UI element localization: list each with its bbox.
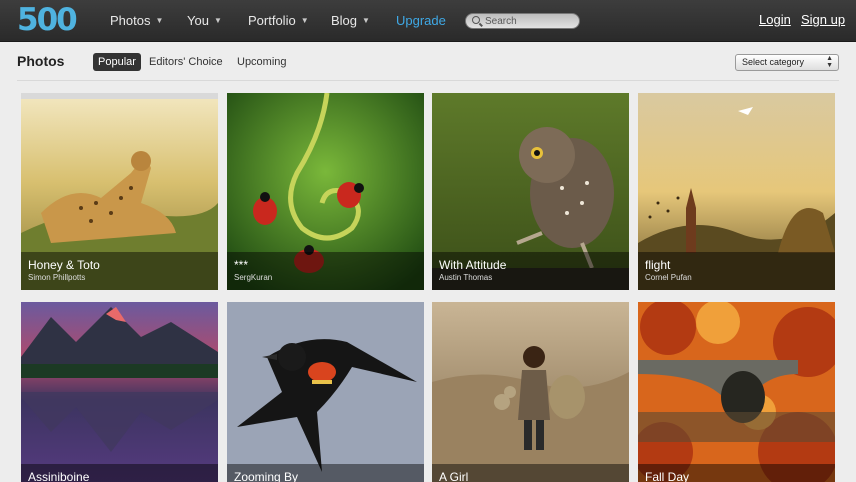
- photo-girl-image: [432, 302, 629, 482]
- category-select-value: Select category: [742, 57, 805, 67]
- tab-popular[interactable]: Popular: [93, 53, 141, 71]
- photo-title: Fall Day: [645, 470, 690, 482]
- photo-title: Honey & Toto: [28, 258, 100, 272]
- chevron-down-icon: ▼: [213, 16, 222, 25]
- nav-photos[interactable]: Photos ▼: [110, 13, 163, 29]
- nav-you[interactable]: You ▼: [187, 13, 222, 29]
- photo-title: A Girl: [439, 470, 469, 482]
- photo-author[interactable]: SergKuran: [234, 272, 424, 284]
- photo-title: Zooming By: [234, 470, 299, 482]
- select-arrows-icon: ▲ ▼: [826, 55, 833, 69]
- photo-author[interactable]: Austin Thomas: [439, 272, 629, 284]
- photo-title: Assiniboine: [28, 470, 90, 482]
- category-select[interactable]: Select category ▲ ▼: [735, 54, 839, 71]
- photo-title: flight: [645, 258, 671, 272]
- photo-caption: A Girl: [432, 464, 629, 482]
- photo-card[interactable]: A Girl: [432, 302, 629, 482]
- signup-link[interactable]: Sign up: [801, 12, 845, 27]
- photo-caption: Honey & Toto Simon Phillpotts: [21, 252, 218, 290]
- chevron-down-icon: ▼: [300, 16, 309, 25]
- photo-caption: With Attitude Austin Thomas: [432, 252, 629, 290]
- search-input[interactable]: [485, 14, 575, 28]
- search-icon: [472, 16, 480, 24]
- tab-upcoming[interactable]: Upcoming: [232, 53, 292, 71]
- photo-blackbird-image: [227, 302, 424, 482]
- photo-card[interactable]: With Attitude Austin Thomas: [432, 93, 629, 290]
- tab-editors-choice[interactable]: Editors' Choice: [144, 53, 228, 71]
- site-logo[interactable]: 500: [17, 2, 78, 38]
- search-box[interactable]: [465, 13, 580, 29]
- photo-caption: Fall Day: [638, 464, 835, 482]
- photo-author[interactable]: Cornel Pufan: [645, 272, 835, 284]
- login-link[interactable]: Login: [759, 12, 791, 27]
- photo-author[interactable]: Simon Phillpotts: [28, 272, 218, 284]
- chevron-down-icon: ▼: [362, 16, 370, 25]
- photo-title: ***: [234, 258, 249, 272]
- nav-portfolio-label: Portfolio: [248, 13, 296, 28]
- photo-caption: Zooming By: [227, 464, 424, 482]
- photo-caption: Assiniboine: [21, 464, 218, 482]
- photo-card[interactable]: flight Cornel Pufan: [638, 93, 835, 290]
- nav-blog[interactable]: Blog ▼: [331, 13, 370, 29]
- photo-autumn-bridge-image: [638, 302, 835, 482]
- nav-upgrade-link[interactable]: Upgrade: [396, 13, 446, 29]
- photo-title: With Attitude: [439, 258, 507, 272]
- photo-card[interactable]: Zooming By: [227, 302, 424, 482]
- nav-you-label: You: [187, 13, 209, 28]
- photo-mountain-lake-image: [21, 302, 218, 482]
- top-nav-bar: 500 Photos ▼ You ▼ Portfolio ▼ Blog ▼ Upgrad…: [0, 0, 856, 42]
- photo-caption: *** SergKuran: [227, 252, 424, 290]
- nav-photos-label: Photos: [110, 13, 151, 28]
- page-title: Photos: [17, 53, 65, 69]
- divider: [17, 80, 839, 81]
- photo-caption: flight Cornel Pufan: [638, 252, 835, 290]
- photo-card[interactable]: *** SergKuran: [227, 93, 424, 290]
- nav-blog-label: Blog: [331, 13, 358, 28]
- nav-portfolio[interactable]: Portfolio ▼: [248, 13, 309, 29]
- photo-card[interactable]: Fall Day: [638, 302, 835, 482]
- photo-card[interactable]: Honey & Toto Simon Phillpotts: [21, 93, 218, 290]
- chevron-down-icon: ▼: [155, 16, 164, 25]
- photo-card[interactable]: Assiniboine: [21, 302, 218, 482]
